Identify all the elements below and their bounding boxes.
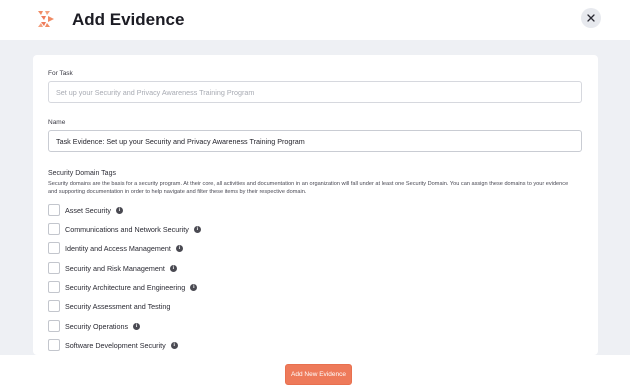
tag-option-identity-access-management[interactable]: Identity and Access Management i bbox=[48, 241, 183, 255]
tag-label: Security Assessment and Testing bbox=[65, 301, 171, 311]
info-icon[interactable]: i bbox=[175, 244, 183, 252]
modal-header: Add Evidence bbox=[0, 0, 630, 40]
security-domain-tags-description: Security domains are the basis for a sec… bbox=[48, 181, 569, 195]
evidence-form-card: For Task Set up your Security and Privac… bbox=[33, 55, 598, 355]
tag-label: Security Architecture and Engineering bbox=[65, 282, 186, 292]
name-field-label: Name bbox=[48, 119, 66, 126]
tag-option-security-assessment-testing[interactable]: Security Assessment and Testing bbox=[48, 299, 170, 313]
tag-checkbox[interactable] bbox=[48, 223, 60, 235]
add-new-evidence-button[interactable]: Add New Evidence bbox=[285, 364, 352, 385]
tag-label: Asset Security bbox=[65, 205, 111, 215]
tag-option-security-operations[interactable]: Security Operations i bbox=[48, 319, 141, 333]
tag-checkbox[interactable] bbox=[48, 242, 60, 254]
tag-checkbox[interactable] bbox=[48, 262, 60, 274]
tag-option-asset-security[interactable]: Asset Security i bbox=[48, 203, 123, 217]
tag-checkbox[interactable] bbox=[48, 300, 60, 312]
info-icon[interactable]: i bbox=[170, 341, 178, 349]
tag-label: Security and Risk Management bbox=[65, 263, 165, 273]
close-icon bbox=[587, 14, 595, 22]
info-icon[interactable]: i bbox=[190, 283, 198, 291]
info-icon[interactable]: i bbox=[133, 322, 141, 330]
name-field[interactable]: Task Evidence: Set up your Security and … bbox=[48, 130, 582, 152]
modal-footer: Add New Evidence bbox=[0, 355, 630, 391]
security-domain-tags-title: Security Domain Tags bbox=[48, 170, 116, 177]
tag-checkbox[interactable] bbox=[48, 339, 60, 351]
tag-option-security-risk-management[interactable]: Security and Risk Management i bbox=[48, 261, 177, 275]
task-field-label: For Task bbox=[48, 70, 73, 77]
info-icon[interactable]: i bbox=[115, 206, 123, 214]
tag-label: Security Operations bbox=[65, 321, 129, 331]
tag-label: Identity and Access Management bbox=[65, 243, 171, 253]
brand-logo-icon bbox=[38, 11, 54, 27]
close-button[interactable] bbox=[581, 8, 601, 28]
tag-checkbox[interactable] bbox=[48, 320, 60, 332]
tag-label: Communications and Network Security bbox=[65, 224, 189, 234]
modal-title: Add Evidence bbox=[72, 10, 185, 29]
tag-checkbox[interactable] bbox=[48, 281, 60, 293]
tag-checkbox[interactable] bbox=[48, 204, 60, 216]
tag-option-security-architecture-engineering[interactable]: Security Architecture and Engineering i bbox=[48, 280, 198, 294]
info-icon[interactable]: i bbox=[193, 225, 201, 233]
tag-option-software-development-security[interactable]: Software Development Security i bbox=[48, 338, 178, 352]
task-field[interactable]: Set up your Security and Privacy Awarene… bbox=[48, 81, 582, 103]
tag-label: Software Development Security bbox=[65, 340, 166, 350]
tag-option-communications-network-security[interactable]: Communications and Network Security i bbox=[48, 222, 201, 236]
info-icon[interactable]: i bbox=[169, 264, 177, 272]
